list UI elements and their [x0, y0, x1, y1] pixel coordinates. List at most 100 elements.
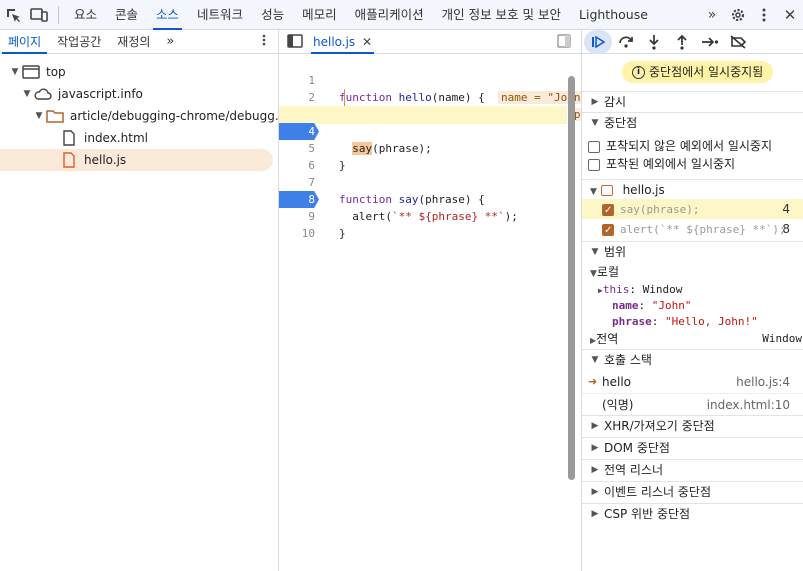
section-title: DOM 중단점 — [604, 441, 670, 455]
expand-arrow-icon[interactable]: ▼ — [32, 105, 46, 127]
section-global-listeners[interactable]: ▶ 전역 리스너 — [582, 459, 803, 480]
toggle-navigator-icon[interactable] — [287, 34, 303, 51]
file-tab-hello-js[interactable]: hello.js ✕ — [307, 30, 378, 54]
tree-item-domain[interactable]: ▼ javascript.info — [20, 83, 143, 105]
pause-uncaught-checkbox[interactable]: 포착되지 않은 예외에서 일시중지 — [582, 136, 803, 156]
more-tabs-chevron-icon[interactable]: » — [699, 0, 725, 30]
folder-icon — [46, 108, 64, 124]
breakpoint-item[interactable]: alert(`** ${phrase} **`); 8 — [582, 219, 803, 241]
section-title: 전역 리스너 — [604, 463, 664, 477]
breakpoint-item[interactable]: say(phrase); 4 — [582, 199, 803, 221]
scope-local[interactable]: ▼로컬 — [582, 262, 803, 282]
code-line-4[interactable]: 4 say(phrase); — [279, 106, 567, 155]
section-dom-breakpoints[interactable]: ▶ DOM 중단점 — [582, 437, 803, 458]
expand-arrow-icon[interactable]: ▼ — [590, 187, 597, 197]
breakpoint-line: 8 — [782, 222, 790, 236]
frame-location: index.html:10 — [706, 398, 790, 412]
code-line-9[interactable]: 9 } — [279, 191, 567, 240]
section-csp-breakpoints[interactable]: ▶ CSP 위반 중단점 — [582, 503, 803, 524]
section-event-listener-breakpoints[interactable]: ▶ 이벤트 리스너 중단점 — [582, 481, 803, 502]
code-line-5[interactable]: 5 } — [279, 123, 567, 172]
code-line-1[interactable]: 1 function hello(name) { name = "John" — [279, 55, 591, 104]
step-over-icon[interactable] — [612, 30, 640, 54]
tab-overrides[interactable]: 재정의 — [109, 30, 158, 54]
settings-gear-icon[interactable] — [725, 0, 751, 30]
close-tab-icon[interactable]: ✕ — [362, 35, 372, 49]
collapse-arrow-icon[interactable]: ▶ — [588, 460, 602, 481]
section-breakpoints[interactable]: ▼ 중단점 — [582, 112, 803, 133]
tree-item-folder[interactable]: ▼ article/debugging-chrome/debugg... — [32, 105, 287, 127]
scope-global[interactable]: ▶전역 Window — [582, 329, 803, 349]
section-call-stack[interactable]: ▼ 호출 스택 — [582, 349, 803, 370]
prop-value: "Hello, John!" — [665, 315, 758, 328]
call-frame[interactable]: ➜ hello hello.js:4 — [582, 371, 803, 393]
frame-name: hello — [602, 375, 631, 389]
tab-sources[interactable]: 소스 — [147, 0, 188, 30]
checkbox[interactable] — [588, 158, 600, 171]
inspect-element-icon[interactable] — [0, 0, 26, 30]
device-toggle-icon[interactable] — [26, 0, 52, 30]
expand-arrow-icon[interactable]: ▼ — [20, 83, 34, 105]
tree-item-label: hello.js — [84, 153, 127, 167]
devtools-toolbar: 요소 콘솔 소스 네트워크 성능 메모리 애플리케이션 개인 정보 보호 및 보… — [0, 0, 803, 30]
tab-performance[interactable]: 성능 — [252, 0, 293, 30]
code-line-7[interactable]: 7 function say(phrase) { — [279, 157, 567, 206]
more-options-kebab-icon[interactable] — [751, 0, 777, 30]
section-scope[interactable]: ▼ 범위 — [582, 241, 803, 262]
code-line-3[interactable]: 3 — [279, 89, 567, 121]
tab-memory[interactable]: 메모리 — [293, 0, 346, 30]
collapse-arrow-icon[interactable]: ▶ — [588, 416, 602, 437]
tab-network[interactable]: 네트워크 — [188, 0, 252, 30]
file-tab-label: hello.js — [313, 34, 356, 49]
tab-application[interactable]: 애플리케이션 — [346, 0, 433, 30]
tree-item-top[interactable]: ▼ top — [8, 61, 66, 83]
current-frame-arrow-icon: ➜ — [588, 375, 598, 388]
collapse-arrow-icon[interactable]: ▶ — [588, 438, 602, 459]
close-devtools-icon[interactable]: ✕ — [777, 0, 803, 30]
breakpoint-checkbox[interactable] — [602, 221, 614, 241]
code-line-2[interactable]: 2 let phrase = `Hello, ${name}!`; ph — [279, 72, 591, 121]
tab-page[interactable]: 페이지 — [0, 30, 49, 54]
expand-arrow-icon[interactable]: ▼ — [590, 269, 597, 279]
navigator-menu-icon[interactable] — [262, 34, 266, 49]
tree-item-hello-js[interactable]: hello.js — [0, 149, 273, 171]
code-line-10[interactable]: 10 — [279, 208, 567, 240]
js-file-badge-icon — [600, 185, 613, 196]
breakpoint-file-group[interactable]: ▼ hello.js — [582, 179, 803, 199]
collapse-arrow-icon[interactable]: ▶ — [588, 482, 602, 503]
more-navigator-tabs-icon[interactable]: » — [158, 30, 182, 54]
expand-arrow-icon[interactable]: ▼ — [8, 61, 22, 83]
prop-value: "John" — [651, 299, 692, 312]
pause-caught-checkbox[interactable]: 포착된 예외에서 일시중지 — [582, 154, 803, 174]
breakpoint-checkbox[interactable] — [602, 201, 614, 221]
tab-console[interactable]: 콘솔 — [106, 0, 147, 30]
resume-button[interactable] — [584, 29, 612, 54]
js-file-icon — [60, 152, 78, 168]
expand-arrow-icon[interactable]: ▼ — [588, 113, 602, 134]
expand-arrow-icon[interactable]: ▼ — [588, 242, 602, 263]
step-out-icon[interactable] — [668, 30, 696, 54]
checkbox[interactable] — [588, 140, 600, 153]
code-line-6[interactable]: 6 — [279, 140, 567, 172]
line-number[interactable]: 10 — [279, 225, 319, 242]
tab-elements[interactable]: 요소 — [65, 0, 106, 30]
step-into-icon[interactable] — [640, 30, 668, 54]
tree-item-index-html[interactable]: index.html — [60, 127, 148, 149]
navigator-tabs: 페이지 작업공간 재정의 » — [0, 30, 278, 54]
step-icon[interactable] — [696, 30, 724, 54]
editor-scrollbar[interactable] — [568, 76, 575, 480]
prop-key: name — [612, 299, 639, 312]
expand-arrow-icon[interactable]: ▼ — [588, 350, 602, 371]
call-frame[interactable]: (익명) index.html:10 — [582, 393, 803, 415]
deactivate-breakpoints-icon[interactable] — [724, 30, 752, 54]
tab-workspace[interactable]: 작업공간 — [49, 30, 109, 54]
code-line-8[interactable]: 8 alert(`** ${phrase} **`); — [279, 174, 567, 223]
tab-privacy-security[interactable]: 개인 정보 보호 및 보안 — [433, 0, 570, 30]
section-xhr-breakpoints[interactable]: ▶ XHR/가져오기 중단점 — [582, 415, 803, 436]
tab-lighthouse[interactable]: Lighthouse — [570, 0, 657, 30]
collapse-arrow-icon[interactable]: ▶ — [588, 92, 602, 113]
collapse-arrow-icon[interactable]: ▶ — [588, 504, 602, 525]
section-watch[interactable]: ▶ 감시 — [582, 91, 803, 112]
toggle-debugger-icon[interactable] — [557, 34, 571, 51]
frame-location: hello.js:4 — [736, 375, 790, 389]
